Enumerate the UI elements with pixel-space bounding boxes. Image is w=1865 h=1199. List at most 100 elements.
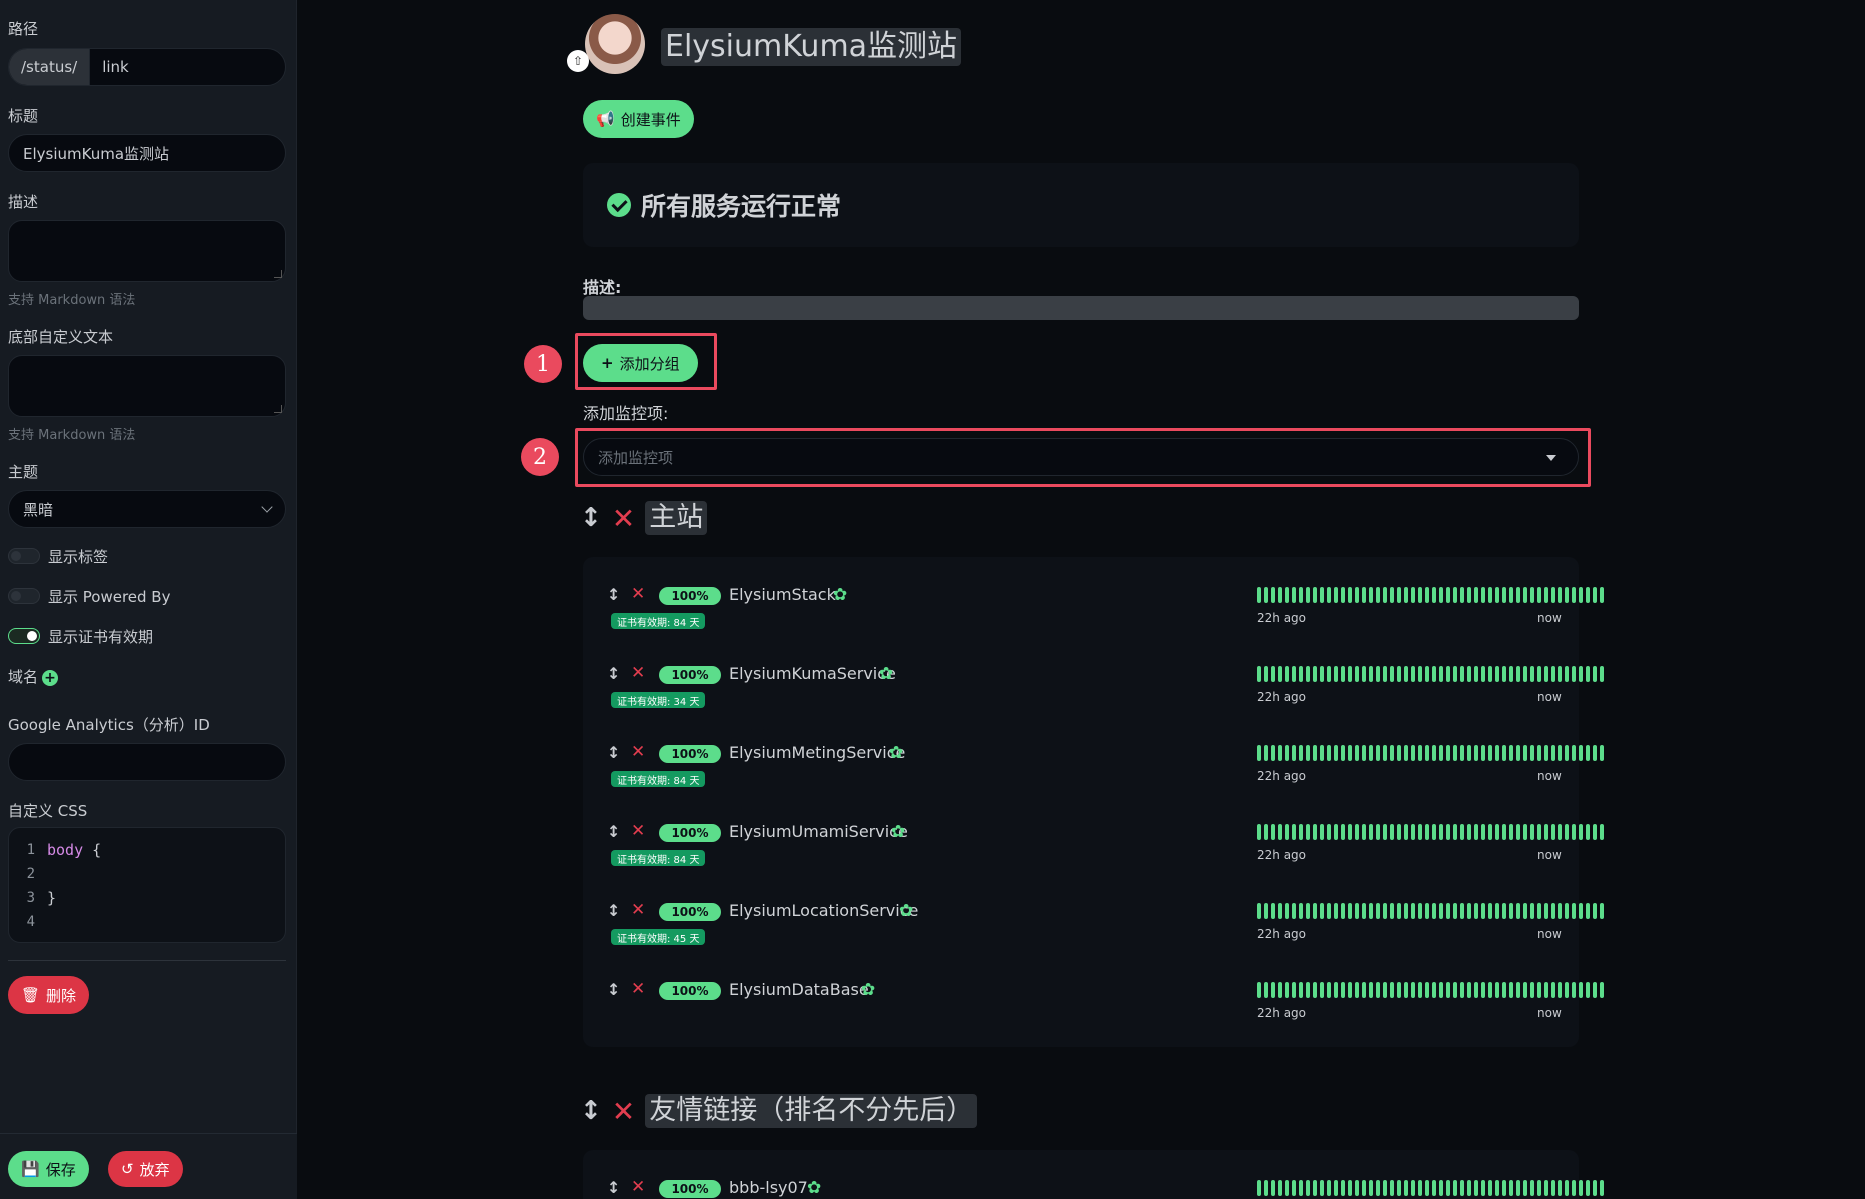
toggle-show-powered-by[interactable] bbox=[8, 588, 40, 604]
heartbeat-tick bbox=[1551, 1180, 1555, 1196]
gear-icon[interactable]: ✿ bbox=[891, 822, 905, 842]
gear-icon[interactable]: ✿ bbox=[833, 585, 847, 605]
heartbeat-tick bbox=[1586, 587, 1590, 603]
heartbeat-tick bbox=[1565, 1180, 1569, 1196]
path-input[interactable]: /status/ link bbox=[8, 48, 286, 86]
heartbeat-tick bbox=[1271, 982, 1275, 998]
add-monitor-select[interactable]: 添加监控项 bbox=[583, 438, 1579, 476]
heartbeat-tick bbox=[1362, 982, 1366, 998]
drag-vertical-icon[interactable]: ↕ bbox=[607, 743, 620, 762]
remove-monitor-icon[interactable]: ✕ bbox=[631, 979, 645, 999]
heartbeat-tick bbox=[1264, 1180, 1268, 1196]
heartbeat-tick bbox=[1439, 1180, 1443, 1196]
heartbeat-tick bbox=[1551, 982, 1555, 998]
heartbeat-tick bbox=[1418, 745, 1422, 761]
remove-monitor-icon[interactable]: ✕ bbox=[631, 821, 645, 841]
remove-monitor-icon[interactable]: ✕ bbox=[631, 900, 645, 920]
drag-vertical-icon[interactable]: ↕ bbox=[580, 1096, 602, 1126]
remove-monitor-icon[interactable]: ✕ bbox=[631, 1177, 645, 1197]
heartbeat-tick bbox=[1530, 903, 1534, 919]
heartbeat-tick bbox=[1278, 824, 1282, 840]
discard-button[interactable]: ↺ 放弃 bbox=[108, 1151, 183, 1187]
heartbeat-bar bbox=[1257, 982, 1604, 998]
heartbeat-tick bbox=[1264, 903, 1268, 919]
custom-css-editor[interactable]: 1 body { 2 3} 4 bbox=[8, 827, 286, 943]
heartbeat-tick bbox=[1376, 745, 1380, 761]
heartbeat-tick bbox=[1313, 745, 1317, 761]
remove-group-icon[interactable]: ✕ bbox=[612, 502, 635, 535]
remove-monitor-icon[interactable]: ✕ bbox=[631, 663, 645, 683]
drag-vertical-icon[interactable]: ↕ bbox=[607, 901, 620, 920]
heartbeat-tick bbox=[1299, 666, 1303, 682]
title-input[interactable]: ElysiumKuma监测站 bbox=[8, 134, 286, 172]
site-title[interactable]: ElysiumKuma监测站 bbox=[661, 28, 962, 66]
heartbeat-tick bbox=[1383, 745, 1387, 761]
add-monitor-placeholder: 添加监控项 bbox=[598, 448, 674, 467]
drag-vertical-icon[interactable]: ↕ bbox=[607, 980, 620, 999]
gear-icon[interactable]: ✿ bbox=[879, 664, 893, 684]
heartbeat-tick bbox=[1355, 982, 1359, 998]
remove-group-icon[interactable]: ✕ bbox=[612, 1095, 635, 1128]
heartbeat-tick bbox=[1481, 745, 1485, 761]
heartbeat-tick bbox=[1481, 903, 1485, 919]
add-domain-icon[interactable]: + bbox=[42, 669, 59, 686]
heartbeat-tick bbox=[1530, 1180, 1534, 1196]
group-title[interactable]: 友情链接（排名不分先后） bbox=[645, 1094, 978, 1128]
drag-vertical-icon[interactable]: ↕ bbox=[607, 822, 620, 841]
site-logo[interactable] bbox=[585, 14, 645, 74]
heartbeat-tick bbox=[1313, 587, 1317, 603]
heartbeat-tick bbox=[1257, 587, 1261, 603]
heartbeat-tick bbox=[1600, 982, 1604, 998]
overall-status-text: 所有服务运行正常 bbox=[641, 192, 842, 221]
heartbeat-tick bbox=[1362, 824, 1366, 840]
group-title[interactable]: 主站 bbox=[645, 501, 708, 535]
resize-handle-icon[interactable] bbox=[274, 405, 282, 413]
ga-id-input[interactable] bbox=[8, 743, 286, 781]
heartbeat-tick bbox=[1327, 1180, 1331, 1196]
gear-icon[interactable]: ✿ bbox=[807, 1178, 821, 1198]
heartbeat-tick bbox=[1530, 824, 1534, 840]
create-incident-button[interactable]: 📢 创建事件 bbox=[583, 100, 694, 138]
heartbeat-tick bbox=[1509, 1180, 1513, 1196]
heartbeat-tick bbox=[1369, 587, 1373, 603]
theme-select[interactable]: 黑暗 bbox=[8, 490, 286, 528]
heartbeat-tick bbox=[1600, 745, 1604, 761]
heartbeat-tick bbox=[1579, 666, 1583, 682]
toggle-show-tags[interactable] bbox=[8, 548, 40, 564]
heartbeat-tick bbox=[1285, 903, 1289, 919]
drag-vertical-icon[interactable]: ↕ bbox=[607, 664, 620, 683]
description-textarea[interactable] bbox=[8, 220, 286, 282]
delete-button[interactable]: 🗑 删除 bbox=[8, 976, 90, 1014]
drag-vertical-icon[interactable]: ↕ bbox=[607, 1178, 620, 1197]
upload-icon[interactable]: ⇧ bbox=[567, 50, 589, 72]
heartbeat-tick bbox=[1502, 1180, 1506, 1196]
heartbeat-tick bbox=[1558, 745, 1562, 761]
heartbeat-tick bbox=[1404, 824, 1408, 840]
remove-monitor-icon[interactable]: ✕ bbox=[631, 584, 645, 604]
cert-expiry-badge: 证书有效期: 84 天 bbox=[611, 771, 706, 787]
monitor-row: ↕ ✕ 100% ElysiumMetingService ✿ 证书有效期: 8… bbox=[607, 739, 1604, 818]
heartbeat-tick bbox=[1257, 982, 1261, 998]
heartbeat-tick bbox=[1586, 982, 1590, 998]
footer-text-textarea[interactable] bbox=[8, 355, 286, 417]
heartbeat-tick bbox=[1537, 1180, 1541, 1196]
drag-vertical-icon[interactable]: ↕ bbox=[607, 585, 620, 604]
remove-monitor-icon[interactable]: ✕ bbox=[631, 742, 645, 762]
heartbeat-tick bbox=[1488, 903, 1492, 919]
heartbeat-tick bbox=[1565, 824, 1569, 840]
heartbeat-tick bbox=[1551, 587, 1555, 603]
heartbeat-tick bbox=[1467, 824, 1471, 840]
heartbeat-tick bbox=[1271, 587, 1275, 603]
page-description-editable[interactable] bbox=[583, 296, 1579, 320]
resize-handle-icon[interactable] bbox=[274, 270, 282, 278]
sidebar-scroll-area: 路径 /status/ link 标题 ElysiumKuma监测站 描述 支持… bbox=[0, 0, 297, 1133]
gear-icon[interactable]: ✿ bbox=[899, 901, 913, 921]
toggle-show-cert-expiry[interactable] bbox=[8, 628, 40, 644]
save-button[interactable]: 💾 保存 bbox=[8, 1151, 89, 1187]
gear-icon[interactable]: ✿ bbox=[861, 980, 875, 1000]
drag-vertical-icon[interactable]: ↕ bbox=[580, 503, 602, 533]
heartbeat-tick bbox=[1425, 666, 1429, 682]
gear-icon[interactable]: ✿ bbox=[889, 743, 903, 763]
add-group-button[interactable]: + 添加分组 bbox=[583, 344, 698, 382]
undo-icon: ↺ bbox=[121, 1160, 134, 1178]
